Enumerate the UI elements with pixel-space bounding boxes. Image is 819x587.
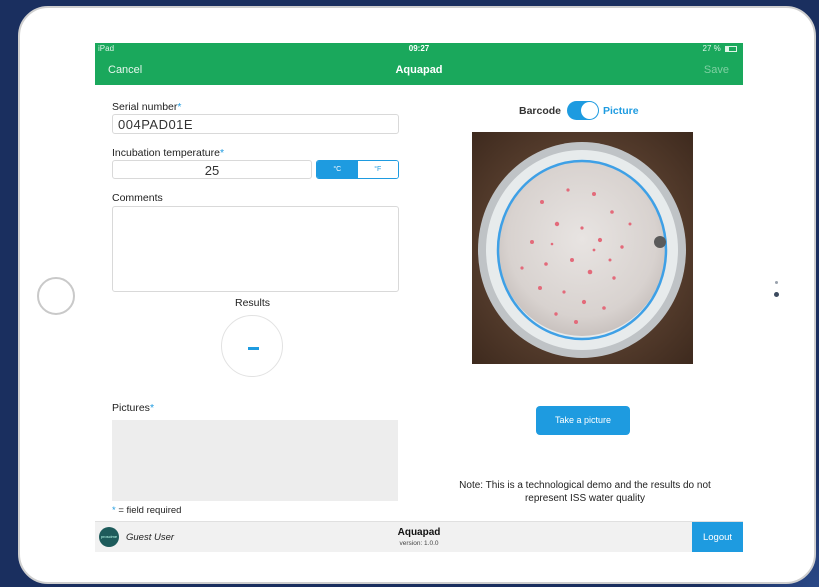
status-time: 09:27 (408, 44, 430, 53)
required-mark: * (219, 147, 225, 159)
serial-number-label: Serial number* (112, 101, 181, 113)
comments-textarea[interactable] (112, 206, 399, 292)
results-label: Results (235, 297, 271, 309)
camera-icon (774, 292, 779, 297)
required-note: * = field required (112, 505, 181, 516)
temperature-label: Incubation temperature* (112, 147, 224, 159)
results-empty-dash (248, 347, 259, 350)
sample-photo (472, 132, 693, 364)
temperature-unit-toggle: °C °F (316, 160, 399, 179)
picture-label: Picture (603, 105, 639, 117)
battery-text: 27 % (702, 44, 721, 53)
app-screen: iPad 09:27 27 % Cancel Aquapad Save Seri… (95, 43, 743, 552)
home-button[interactable] (37, 277, 75, 315)
required-mark: * (112, 505, 116, 516)
required-note-text: = field required (118, 505, 182, 516)
switch-knob (581, 102, 598, 119)
temperature-label-text: Incubation temperature (112, 147, 220, 159)
serial-number-field[interactable]: 004PAD01E (112, 114, 399, 134)
take-picture-button[interactable]: Take a picture (536, 406, 630, 435)
footer-app-name: Aquapad (397, 527, 441, 538)
results-indicator (221, 315, 283, 377)
demo-note: Note: This is a technological demo and t… (459, 480, 711, 504)
battery-icon (725, 45, 737, 52)
temperature-field[interactable]: 25 (112, 160, 312, 179)
nav-bar: Cancel Aquapad Save (95, 55, 743, 85)
comments-label: Comments (112, 192, 163, 204)
serial-number-label-text: Serial number (112, 101, 178, 113)
serial-number-value: 004PAD01E (118, 117, 194, 132)
pictures-gallery[interactable] (112, 420, 398, 501)
unit-celsius-button[interactable]: °C (317, 161, 358, 178)
footer-app-version: version: 1.0.0 (399, 540, 439, 547)
sensor-dot (775, 281, 778, 284)
logout-button[interactable]: Logout (692, 522, 743, 552)
battery-status: 27 % (703, 44, 737, 53)
petri-dish-image (472, 132, 693, 364)
required-mark: * (149, 402, 155, 414)
save-button[interactable]: Save (704, 64, 729, 76)
temperature-value: 25 (204, 163, 220, 178)
pictures-label: Pictures* (112, 402, 154, 414)
barcode-label: Barcode (519, 105, 562, 117)
unit-fahrenheit-button[interactable]: °F (357, 161, 398, 178)
status-bar: iPad 09:27 27 % (95, 43, 743, 55)
bottom-bar: proscime Guest User Aquapad version: 1.0… (95, 521, 743, 552)
pictures-label-text: Pictures (112, 402, 150, 414)
page-title: Aquapad (395, 64, 443, 76)
required-mark: * (177, 101, 182, 113)
